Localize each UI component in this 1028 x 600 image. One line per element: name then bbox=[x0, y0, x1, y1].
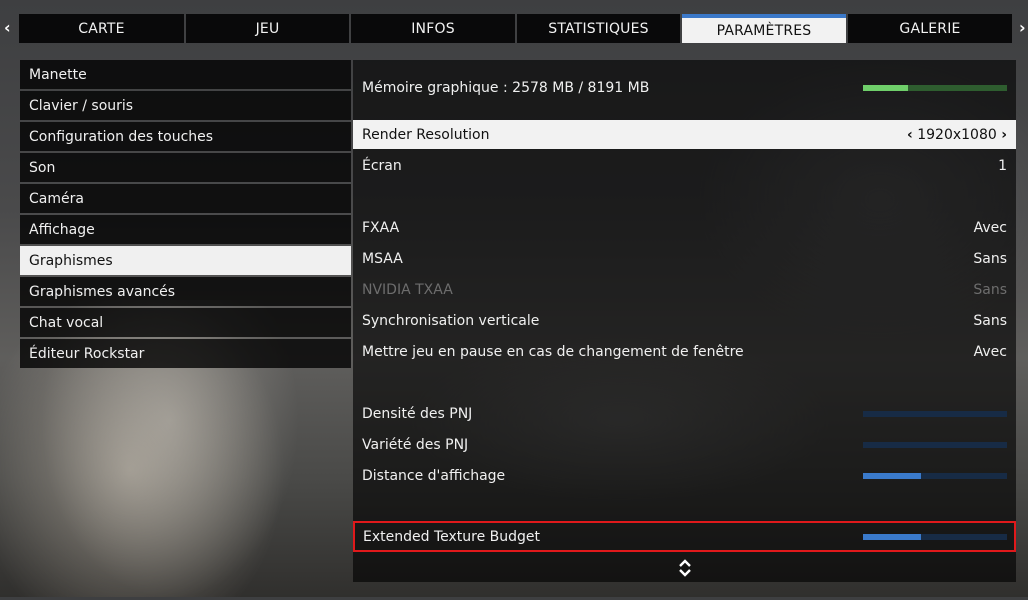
render-resolution-value: ‹ 1920x1080 › bbox=[907, 127, 1007, 143]
tab-parametres[interactable]: PARAMÈTRES bbox=[682, 14, 846, 43]
setting-pnj-variety[interactable]: Variété des PNJ bbox=[353, 430, 1016, 459]
txaa-label: NVIDIA TXAA bbox=[362, 281, 453, 298]
tab-next-arrow-icon[interactable]: › bbox=[1019, 18, 1026, 37]
settings-category-menu: Manette Clavier / souris Configuration d… bbox=[20, 60, 351, 370]
menu-item-configuration-touches[interactable]: Configuration des touches bbox=[20, 122, 351, 151]
txaa-value: Sans bbox=[973, 281, 1007, 298]
setting-fxaa[interactable]: FXAA Avec bbox=[353, 213, 1016, 242]
draw-distance-fill bbox=[863, 472, 921, 479]
tab-carte[interactable]: CARTE bbox=[19, 14, 184, 43]
memory-usage-row: Mémoire graphique : 2578 MB / 8191 MB bbox=[353, 73, 1016, 102]
msaa-value: Sans bbox=[973, 250, 1007, 267]
chevron-right-icon[interactable]: › bbox=[1001, 127, 1007, 143]
up-down-arrows-icon[interactable] bbox=[678, 558, 692, 578]
pnj-variety-label: Variété des PNJ bbox=[362, 436, 469, 453]
tab-statistiques[interactable]: STATISTIQUES bbox=[517, 14, 680, 43]
pnj-variety-slider[interactable] bbox=[863, 441, 1007, 448]
setting-msaa[interactable]: MSAA Sans bbox=[353, 244, 1016, 273]
tab-bar: CARTE JEU INFOS STATISTIQUES PARAMÈTRES … bbox=[19, 14, 1014, 43]
vsync-value: Sans bbox=[973, 312, 1007, 329]
graphics-settings-panel: Mémoire graphique : 2578 MB / 8191 MB Re… bbox=[353, 60, 1016, 582]
setting-extended-texture-budget[interactable]: Extended Texture Budget bbox=[353, 521, 1016, 552]
menu-item-manette[interactable]: Manette bbox=[20, 60, 351, 89]
ecran-value: 1 bbox=[998, 157, 1007, 174]
tab-galerie[interactable]: GALERIE bbox=[848, 14, 1012, 43]
setting-draw-distance[interactable]: Distance d'affichage bbox=[353, 461, 1016, 490]
pause-label: Mettre jeu en pause en cas de changement… bbox=[362, 343, 744, 360]
msaa-label: MSAA bbox=[362, 250, 403, 267]
pnj-density-label: Densité des PNJ bbox=[362, 405, 473, 422]
setting-pnj-density[interactable]: Densité des PNJ bbox=[353, 399, 1016, 428]
tab-infos[interactable]: INFOS bbox=[351, 14, 515, 43]
setting-vsync[interactable]: Synchronisation verticale Sans bbox=[353, 306, 1016, 335]
pnj-density-slider[interactable] bbox=[863, 410, 1007, 417]
chevron-left-icon[interactable]: ‹ bbox=[907, 127, 913, 143]
texture-budget-label: Extended Texture Budget bbox=[363, 528, 540, 545]
fxaa-value: Avec bbox=[973, 219, 1007, 236]
fxaa-label: FXAA bbox=[362, 219, 400, 236]
memory-usage-fill bbox=[863, 84, 908, 91]
menu-item-chat-vocal[interactable]: Chat vocal bbox=[20, 308, 351, 337]
render-resolution-label: Render Resolution bbox=[362, 126, 490, 143]
menu-item-affichage[interactable]: Affichage bbox=[20, 215, 351, 244]
menu-item-son[interactable]: Son bbox=[20, 153, 351, 182]
setting-render-resolution[interactable]: Render Resolution ‹ 1920x1080 › bbox=[353, 120, 1016, 149]
texture-budget-fill bbox=[863, 533, 921, 540]
ecran-label: Écran bbox=[362, 157, 402, 174]
scroll-indicator[interactable] bbox=[353, 553, 1016, 582]
menu-item-clavier-souris[interactable]: Clavier / souris bbox=[20, 91, 351, 120]
memory-usage-bar bbox=[863, 84, 1007, 91]
vsync-label: Synchronisation verticale bbox=[362, 312, 540, 329]
tab-jeu[interactable]: JEU bbox=[186, 14, 349, 43]
setting-pause-on-focus-loss[interactable]: Mettre jeu en pause en cas de changement… bbox=[353, 337, 1016, 366]
menu-item-graphismes[interactable]: Graphismes bbox=[20, 246, 351, 275]
menu-item-editeur-rockstar[interactable]: Éditeur Rockstar bbox=[20, 339, 351, 368]
draw-distance-label: Distance d'affichage bbox=[362, 467, 506, 484]
setting-ecran[interactable]: Écran 1 bbox=[353, 151, 1016, 180]
setting-nvidia-txaa: NVIDIA TXAA Sans bbox=[353, 275, 1016, 304]
menu-item-graphismes-avances[interactable]: Graphismes avancés bbox=[20, 277, 351, 306]
draw-distance-slider[interactable] bbox=[863, 472, 1007, 479]
menu-item-camera[interactable]: Caméra bbox=[20, 184, 351, 213]
memory-usage-label: Mémoire graphique : 2578 MB / 8191 MB bbox=[362, 79, 650, 96]
tab-prev-arrow-icon[interactable]: ‹ bbox=[4, 18, 11, 37]
pause-value: Avec bbox=[973, 343, 1007, 360]
render-resolution-current: 1920x1080 bbox=[917, 126, 997, 143]
texture-budget-slider[interactable] bbox=[863, 533, 1007, 540]
